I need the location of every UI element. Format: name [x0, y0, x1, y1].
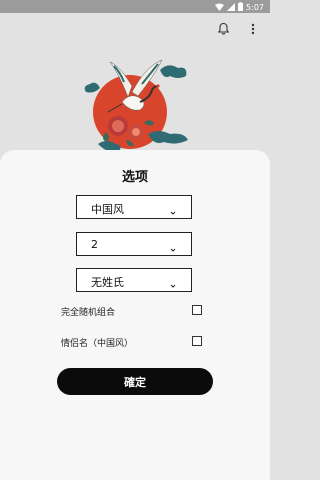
- dropdown-value: 2: [91, 238, 98, 251]
- bell-icon: [217, 20, 229, 39]
- surname-dropdown[interactable]: 无姓氏: [76, 268, 192, 292]
- chevron-down-icon: [169, 275, 177, 288]
- status-bar: 5:07: [0, 0, 270, 13]
- status-icons: 5:07: [215, 2, 264, 13]
- couple-names-label: 情侣名（中国风）: [61, 339, 134, 349]
- confirm-button[interactable]: 確定: [57, 368, 213, 395]
- more-options-button[interactable]: [246, 22, 260, 36]
- notification-button[interactable]: [216, 22, 230, 36]
- couple-names-checkbox[interactable]: [192, 336, 202, 346]
- count-dropdown[interactable]: 2: [76, 232, 192, 256]
- status-time: 5:07: [246, 3, 264, 12]
- dropdown-value: 无姓氏: [91, 276, 124, 289]
- random-combination-label: 完全随机组合: [61, 308, 116, 318]
- dropdown-value: 中国风: [91, 203, 124, 216]
- options-sheet: 选项 中国风 2 无姓氏 完全随机组合 情侣名（中国风） 確定: [0, 150, 270, 480]
- crane-sun-illustration: [84, 59, 188, 153]
- more-vertical-icon: [251, 20, 255, 39]
- style-dropdown[interactable]: 中国风: [76, 195, 192, 219]
- wifi-icon: [215, 3, 225, 13]
- hero-illustration: [78, 52, 190, 160]
- signal-icon: [227, 2, 236, 13]
- random-combination-checkbox[interactable]: [192, 305, 202, 315]
- sheet-title: 选项: [121, 170, 148, 185]
- chevron-down-icon: [169, 202, 177, 215]
- chevron-down-icon: [169, 239, 177, 252]
- top-actions: [216, 22, 260, 36]
- battery-icon: [238, 2, 244, 13]
